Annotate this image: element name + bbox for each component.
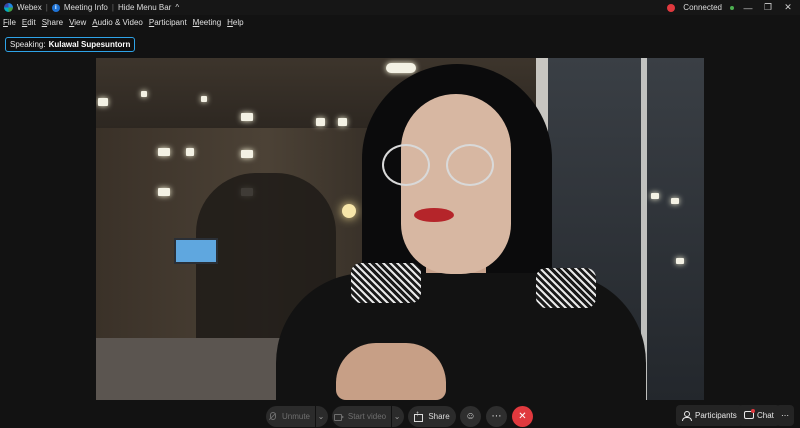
ceiling-light	[201, 96, 207, 102]
title-separator: |	[111, 3, 114, 12]
menu-file[interactable]: File	[3, 18, 16, 27]
title-bar: Webex | i Meeting Info | Hide Menu Bar ^…	[0, 0, 800, 15]
menu-bar: File Edit Share View Audio & Video Parti…	[0, 16, 244, 29]
hide-menu-bar-button[interactable]: Hide Menu Bar	[118, 3, 171, 12]
side-more-button[interactable]: ⋯	[776, 405, 794, 426]
recording-status-icon	[667, 3, 676, 12]
connected-indicator-icon	[730, 5, 734, 10]
menu-audio-video[interactable]: Audio & Video	[92, 18, 143, 27]
speaker-name: Kulawal Supesuntorn	[48, 40, 131, 49]
restore-button[interactable]: ❐	[762, 2, 774, 13]
ceiling-light	[241, 113, 253, 121]
unmute-label: Unmute	[281, 412, 310, 421]
ceiling-light	[158, 188, 170, 196]
window-light	[671, 198, 679, 204]
connection-status[interactable]: Connected	[683, 3, 722, 12]
speaker-face	[401, 94, 511, 274]
speaker-hand	[336, 343, 446, 400]
info-icon[interactable]: i	[51, 3, 60, 12]
end-call-button[interactable]: ✕	[512, 406, 533, 427]
background-lamp	[342, 204, 356, 218]
title-separator: |	[45, 3, 48, 12]
speaker-glasses	[382, 144, 430, 186]
reactions-icon: ☺	[465, 411, 476, 422]
reactions-button[interactable]: ☺	[460, 406, 481, 427]
meeting-info-button[interactable]: Meeting Info	[64, 3, 108, 12]
menu-help[interactable]: Help	[227, 18, 243, 27]
active-speaker-badge: Speaking: Kulawal Supesuntorn	[5, 37, 136, 52]
chevron-up-icon[interactable]: ^	[175, 3, 179, 12]
unmute-button[interactable]: Unmute ⌄	[266, 406, 328, 427]
more-icon: ⋯	[491, 411, 502, 422]
menu-participant[interactable]: Participant	[149, 18, 187, 27]
chat-button[interactable]: Chat	[738, 405, 780, 426]
chat-icon	[744, 409, 755, 420]
window-light	[651, 193, 659, 199]
chat-label: Chat	[757, 411, 774, 420]
ceiling-light	[141, 91, 147, 97]
video-options-chevron-icon[interactable]: ⌄	[391, 406, 402, 427]
ceiling-light	[158, 148, 170, 156]
start-video-button[interactable]: Start video ⌄	[332, 406, 404, 427]
ceiling-light	[386, 63, 416, 73]
microphone-muted-icon	[268, 412, 277, 421]
speaker-lace-detail	[351, 263, 421, 303]
close-button[interactable]: ✕	[782, 2, 794, 13]
ceiling-light	[338, 118, 347, 126]
webex-logo-icon	[4, 3, 13, 12]
ceiling-light	[241, 150, 253, 158]
share-screen-icon	[414, 409, 424, 422]
participants-button[interactable]: Participants	[676, 405, 743, 426]
speaking-label: Speaking:	[10, 40, 46, 49]
chat-notification-badge	[751, 409, 755, 413]
participants-icon	[682, 411, 692, 421]
ceiling-light	[316, 118, 325, 126]
background-monitor	[174, 238, 218, 264]
audio-options-chevron-icon[interactable]: ⌄	[315, 406, 326, 427]
title-left: Webex | i Meeting Info | Hide Menu Bar ^	[4, 2, 179, 13]
speaker-lace-detail	[536, 268, 596, 308]
menu-meeting[interactable]: Meeting	[193, 18, 221, 27]
app-name: Webex	[17, 3, 42, 12]
start-video-label: Start video	[347, 412, 387, 421]
title-right: Connected — ❐ ✕	[667, 2, 794, 13]
menu-edit[interactable]: Edit	[22, 18, 36, 27]
ceiling-light	[186, 148, 194, 156]
ceiling-light	[98, 98, 108, 106]
speaker-lips	[414, 208, 454, 222]
participants-label: Participants	[695, 411, 737, 420]
menu-share[interactable]: Share	[42, 18, 63, 27]
participant-video[interactable]	[96, 58, 704, 400]
minimize-button[interactable]: —	[742, 3, 754, 13]
share-button[interactable]: Share	[408, 406, 456, 427]
speaker-glasses	[446, 144, 494, 186]
window-light	[676, 258, 684, 264]
end-call-icon: ✕	[518, 411, 527, 422]
side-more-icon: ⋯	[781, 411, 789, 420]
more-options-button[interactable]: ⋯	[486, 406, 507, 427]
share-label: Share	[428, 412, 450, 421]
video-camera-icon	[333, 412, 344, 421]
menu-view[interactable]: View	[69, 18, 86, 27]
